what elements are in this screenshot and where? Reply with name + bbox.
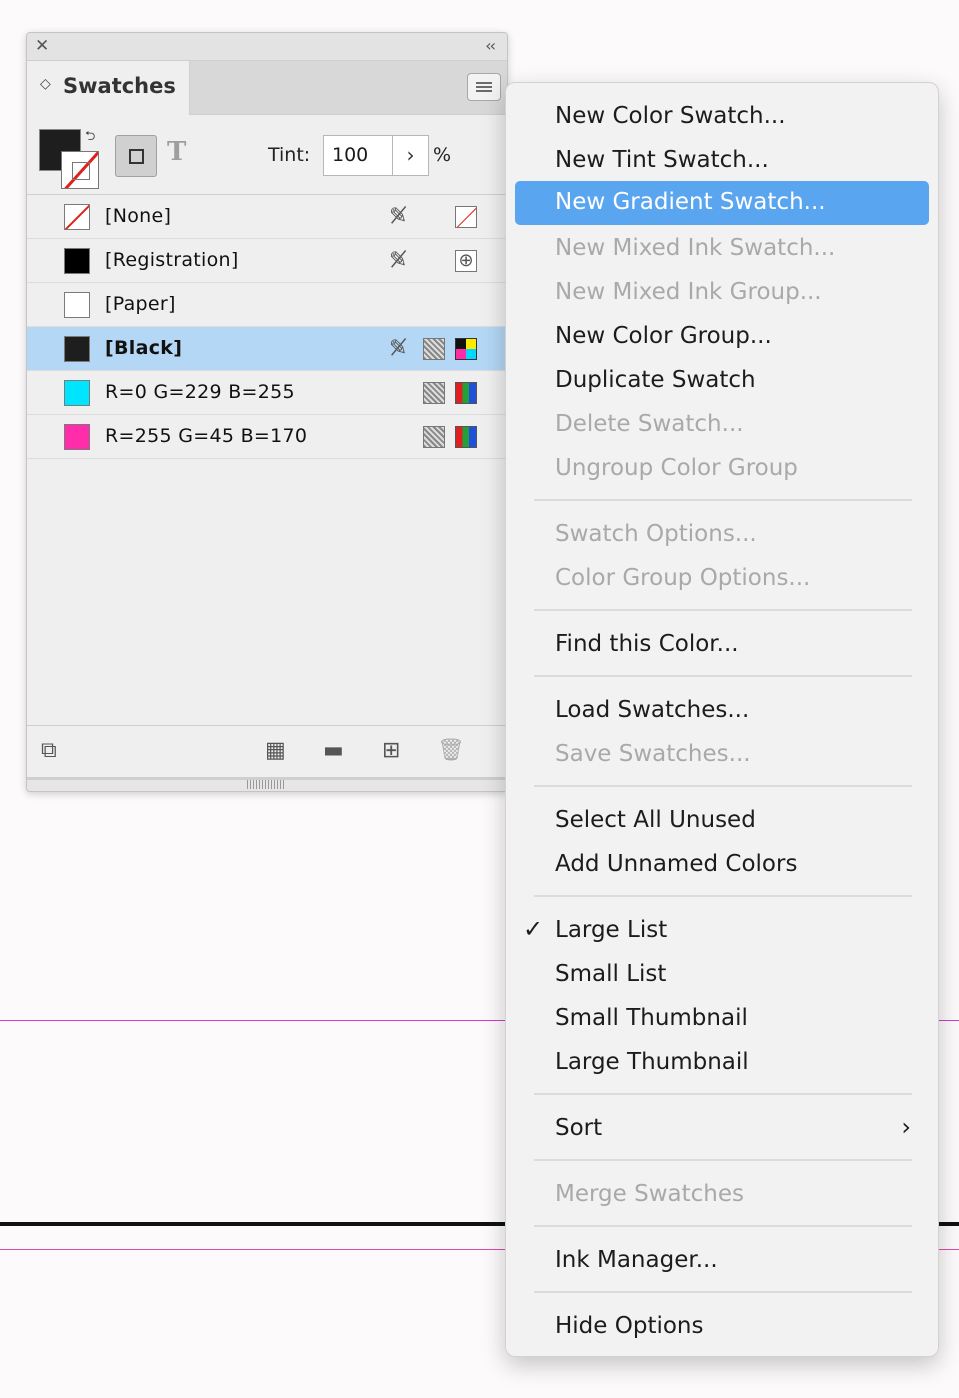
swatch-chip [64,424,90,450]
close-icon[interactable]: ✕ [35,36,49,56]
menu-item-find-this-color[interactable]: Find this Color... [515,623,929,667]
rgb-mode-icon [455,382,477,404]
swatches-panel: ✕ ‹‹ ◇ Swatches ⮌ T Tint: 100 › % [None]… [26,32,508,792]
menu-separator [534,1291,912,1293]
menu-item-delete-swatch: Delete Swatch... [555,411,744,437]
menu-item-new-tint-swatch[interactable]: New Tint Swatch... [515,139,929,183]
menu-item-new-mixed-ink-swatch: New Mixed Ink Swatch... [555,235,836,261]
none-color-icon [455,206,477,228]
menu-item-new-mixed-ink-group: New Mixed Ink Group... [555,279,822,305]
menu-item-small-thumbnail[interactable]: Small Thumbnail [515,997,929,1041]
tint-slider-button[interactable]: › [392,135,429,176]
swap-fill-stroke-icon[interactable]: ⮌ [85,127,95,149]
swatch-controls: ⮌ T Tint: 100 › % [27,115,507,195]
menu-item-ungroup-color-group: Ungroup Color Group [555,455,798,481]
swatch-chip [64,380,90,406]
collapse-icon[interactable]: ‹‹ [485,36,496,55]
hamburger-icon [476,82,492,84]
menu-item-hide-options[interactable]: Hide Options [515,1305,929,1349]
menu-item-large-thumbnail[interactable]: Large Thumbnail [515,1041,929,1085]
panel-resize-handle[interactable] [27,777,507,791]
tint-input[interactable]: 100 [323,135,393,176]
trash-icon[interactable]: 🗑 [437,738,465,763]
folder-icon[interactable]: ▬ [323,738,344,763]
swatch-chip [64,248,90,274]
swatch-row-none[interactable]: [None] ✎̸ [27,195,507,239]
menu-item-color-group-options: Color Group Options... [555,565,811,591]
menu-item-sort[interactable]: Sort › [515,1107,929,1151]
menu-separator [534,499,912,501]
chevron-updown-icon: ◇ [40,76,51,92]
swatch-chip [64,292,90,318]
process-color-icon [423,382,445,404]
process-color-icon [423,426,445,448]
swatch-name: R=0 G=229 B=255 [105,381,295,403]
menu-item-new-color-group[interactable]: New Color Group... [515,315,929,359]
menu-item-large-list[interactable]: ✓ Large List [515,909,929,953]
swatch-row-registration[interactable]: [Registration] ✎̸ ⊕ [27,239,507,283]
square-icon [129,149,144,164]
swatch-name: [Black] [105,337,183,359]
menu-separator [534,895,912,897]
menu-item-small-list[interactable]: Small List [515,953,929,997]
checkmark-icon: ✓ [523,915,544,943]
menu-item-ink-manager[interactable]: Ink Manager... [515,1239,929,1283]
swatch-row-cyan[interactable]: R=0 G=229 B=255 [27,371,507,415]
tint-unit: % [433,144,452,166]
menu-separator [534,1225,912,1227]
menu-item-add-unnamed-colors[interactable]: Add Unnamed Colors [515,843,929,887]
menu-item-swatch-options: Swatch Options... [555,521,757,547]
registration-icon: ⊕ [455,250,477,272]
menu-separator [534,609,912,611]
menu-item-save-swatches: Save Swatches... [555,741,751,767]
menu-item-load-swatches[interactable]: Load Swatches... [515,689,929,733]
swatch-row-paper[interactable]: [Paper] [27,283,507,327]
stroke-swatch[interactable] [61,151,99,189]
formatting-text-icon[interactable]: T [167,137,186,167]
swatch-name: [None] [105,205,172,227]
menu-separator [534,1159,912,1161]
menu-item-new-gradient-swatch[interactable]: New Gradient Swatch... [515,181,929,225]
menu-item-new-color-swatch[interactable]: New Color Swatch... [515,95,929,139]
chevron-right-icon: › [901,1113,911,1141]
swatch-list: [None] ✎̸ [Registration] ✎̸ ⊕ [Paper] [B… [27,195,507,459]
import-icon[interactable]: ⧉ [41,738,57,763]
panel-bottom-bar: ⧉ ▦ ▬ ⊞ 🗑 [27,725,507,777]
no-edit-icon: ✎̸ [389,248,408,273]
show-kinds-icon[interactable]: ▦ [265,738,286,763]
rgb-mode-icon [455,426,477,448]
panel-flyout-menu: New Color Swatch... New Tint Swatch... N… [505,82,939,1357]
tab-swatches-label: Swatches [63,74,176,98]
menu-item-duplicate-swatch[interactable]: Duplicate Swatch [515,359,929,403]
grip-icon [247,780,285,789]
tab-swatches[interactable]: ◇ Swatches [27,61,190,115]
menu-separator [534,1093,912,1095]
menu-separator [534,675,912,677]
process-color-icon [423,338,445,360]
swatch-name: [Paper] [105,293,176,315]
panel-menu-button[interactable] [467,73,501,101]
swatch-row-black[interactable]: [Black] ✎̸ [27,327,507,371]
swatch-row-magenta[interactable]: R=255 G=45 B=170 [27,415,507,459]
swatch-name: [Registration] [105,249,239,271]
formatting-container-button[interactable] [115,135,157,177]
tint-label: Tint: [268,144,311,166]
cmyk-mode-icon [455,338,477,360]
new-swatch-icon[interactable]: ⊞ [382,738,400,763]
panel-titlebar: ✕ ‹‹ [27,33,507,61]
menu-separator [534,785,912,787]
no-edit-icon: ✎̸ [389,204,408,229]
menu-item-merge-swatches: Merge Swatches [555,1181,744,1207]
swatch-chip [64,204,90,230]
swatch-chip [64,336,90,362]
menu-item-select-all-unused[interactable]: Select All Unused [515,799,929,843]
panel-tab-row: ◇ Swatches [27,61,507,115]
no-edit-icon: ✎̸ [389,336,408,361]
swatch-name: R=255 G=45 B=170 [105,425,308,447]
